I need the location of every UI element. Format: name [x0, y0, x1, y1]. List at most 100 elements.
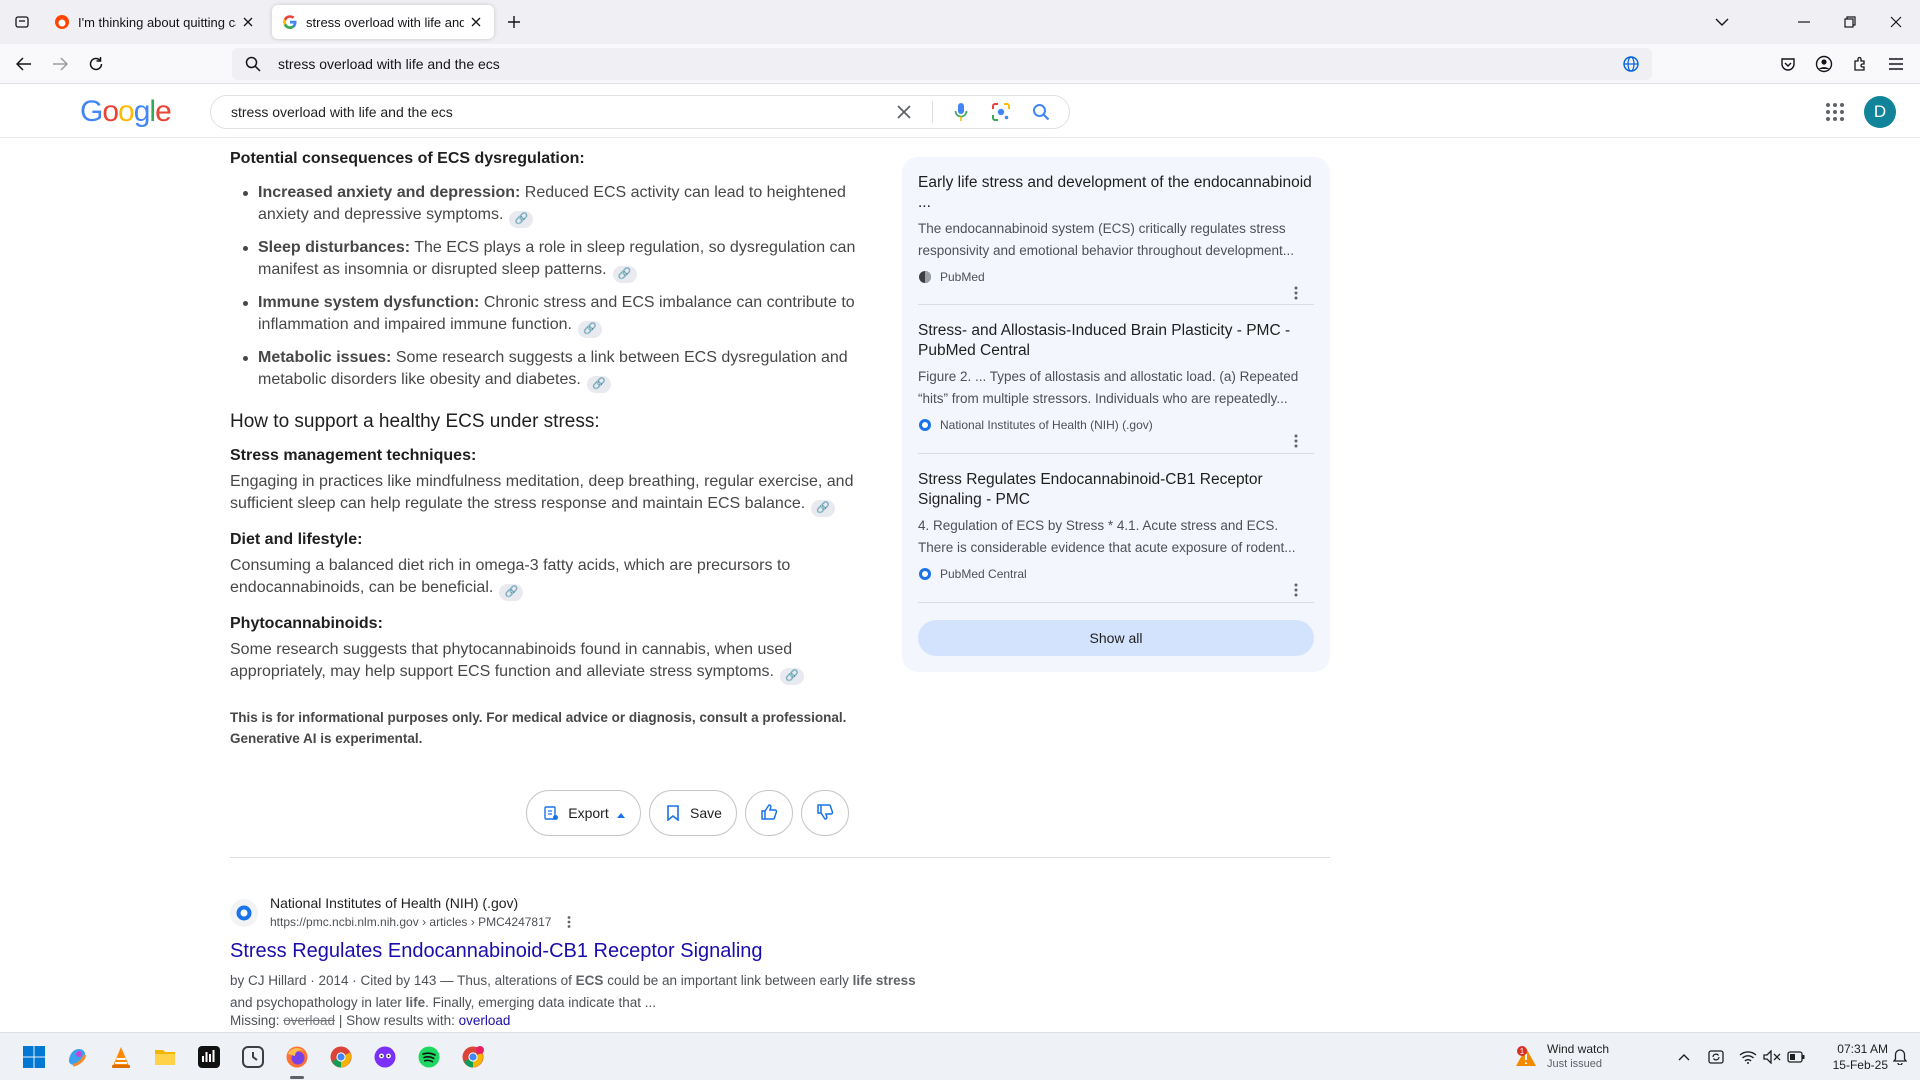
disclaimer-line: This is for informational purposes only.…	[230, 710, 847, 725]
reload-icon[interactable]	[82, 50, 110, 78]
more-options-icon[interactable]	[1288, 285, 1304, 301]
more-options-icon[interactable]	[562, 915, 576, 929]
show-with-link[interactable]: overload	[459, 1013, 511, 1028]
bookmark-icon	[664, 804, 682, 822]
close-tab-icon[interactable]	[240, 14, 256, 30]
tab-title: I'm thinking about quitting cannabis	[78, 14, 236, 30]
link-chip-icon[interactable]: 🔗	[509, 211, 534, 228]
restore-icon[interactable]	[1836, 8, 1864, 36]
save-label: Save	[690, 805, 722, 821]
tab-reddit[interactable]: I'm thinking about quitting cannabis	[44, 5, 266, 39]
section-text: Consuming a balanced diet rich in omega-…	[230, 555, 860, 601]
account-icon[interactable]	[1810, 50, 1838, 78]
link-chip-icon[interactable]: 🔗	[779, 668, 804, 685]
file-explorer-icon[interactable]	[151, 1043, 179, 1071]
vlc-icon[interactable]	[107, 1043, 135, 1071]
item-label: Sleep disturbances:	[258, 239, 411, 256]
windows-start-icon[interactable]	[20, 1043, 48, 1071]
source-title[interactable]: Early life stress and development of the…	[918, 173, 1314, 213]
thumbs-down-button[interactable]	[801, 790, 849, 836]
messenger-app-icon[interactable]	[371, 1043, 399, 1071]
thumbs-up-icon	[760, 803, 778, 824]
source-card[interactable]: Stress- and Allostasis-Induced Brain Pla…	[918, 321, 1314, 448]
source-card[interactable]: Early life stress and development of the…	[918, 173, 1314, 300]
address-bar[interactable]: stress overload with life and the ecs	[232, 48, 1652, 80]
chrome-profile-icon[interactable]	[459, 1043, 487, 1071]
warning-icon: 1	[1514, 1045, 1538, 1069]
new-tab-icon[interactable]	[500, 8, 528, 36]
pocket-icon[interactable]	[1774, 50, 1802, 78]
wifi-icon[interactable]	[1738, 1047, 1758, 1067]
clear-icon[interactable]	[892, 100, 916, 124]
section-heading: Diet and lifestyle:	[230, 531, 363, 548]
result-url[interactable]: https://pmc.ncbi.nlm.nih.gov › articles …	[270, 915, 551, 929]
google-apps-icon[interactable]	[1823, 100, 1847, 124]
copilot-icon[interactable]	[63, 1043, 91, 1071]
missing-word: overload	[283, 1013, 336, 1028]
translate-globe-icon[interactable]	[1622, 55, 1640, 73]
spotify-icon[interactable]	[415, 1043, 443, 1071]
result-site-name[interactable]: National Institutes of Health (NIH) (.go…	[270, 895, 518, 911]
url-text[interactable]: stress overload with life and the ecs	[278, 56, 500, 72]
link-chip-icon[interactable]: 🔗	[577, 321, 602, 338]
result-snippet: by CJ Hillard · 2014 · Cited by 143 — Th…	[230, 970, 930, 1014]
volume-muted-icon[interactable]	[1762, 1047, 1782, 1067]
chrome-icon[interactable]	[327, 1043, 355, 1071]
link-chip-icon[interactable]: 🔗	[811, 500, 836, 517]
more-options-icon[interactable]	[1288, 582, 1304, 598]
microphone-icon[interactable]	[949, 100, 973, 124]
firefox-icon[interactable]	[283, 1043, 311, 1071]
link-chip-icon[interactable]: 🔗	[612, 266, 637, 283]
search-query[interactable]: stress overload with life and the ecs	[231, 104, 892, 120]
source-card[interactable]: Stress Regulates Endocannabinoid-CB1 Rec…	[918, 470, 1314, 597]
extensions-icon[interactable]	[1846, 50, 1874, 78]
list-item: Sleep disturbances: The ECS plays a role…	[243, 237, 860, 283]
snippet-text: and psychopathology in later	[230, 995, 406, 1010]
search-icon[interactable]	[1029, 100, 1053, 124]
battery-icon[interactable]	[1786, 1047, 1806, 1067]
source-description: Figure 2. ... Types of allostasis and al…	[918, 369, 1299, 406]
thumbs-up-button[interactable]	[745, 790, 793, 836]
system-clock[interactable]: 07:31 AM 15-Feb-25	[1812, 1041, 1888, 1073]
result-title-link[interactable]: Stress Regulates Endocannabinoid-CB1 Rec…	[230, 940, 763, 963]
weather-widget[interactable]: 1 Wind watch Just issued	[1514, 1039, 1644, 1075]
search-icon	[244, 55, 262, 73]
section-heading: Phytocannabinoids:	[230, 615, 383, 632]
close-tab-icon[interactable]	[468, 14, 484, 30]
source-site: National Institutes of Health (NIH) (.go…	[918, 418, 1314, 432]
list-all-tabs-icon[interactable]	[1708, 8, 1736, 36]
tab-list-icon[interactable]	[8, 8, 36, 36]
google-search-box[interactable]: stress overload with life and the ecs	[210, 95, 1070, 129]
save-button[interactable]: Save	[649, 790, 737, 836]
sync-icon[interactable]	[1706, 1047, 1726, 1067]
google-logo[interactable]: Google	[80, 95, 172, 129]
source-description: 4. Regulation of ECS by Stress * 4.1. Ac…	[918, 518, 1296, 555]
audio-levels-icon[interactable]	[195, 1043, 223, 1071]
app-menu-icon[interactable]	[1882, 50, 1910, 78]
source-title[interactable]: Stress- and Allostasis-Induced Brain Pla…	[918, 321, 1314, 361]
notification-bell-icon[interactable]	[1890, 1047, 1910, 1067]
show-all-button[interactable]: Show all	[918, 620, 1314, 656]
snippet-bold: life	[405, 995, 426, 1010]
minimize-icon[interactable]	[1790, 8, 1818, 36]
thumbs-down-icon	[816, 803, 834, 824]
forward-arrow-icon[interactable]	[46, 50, 74, 78]
link-chip-icon[interactable]: 🔗	[586, 376, 611, 393]
source-site-name: PubMed Central	[940, 567, 1027, 581]
source-site: PubMed Central	[918, 567, 1314, 581]
chevron-up-icon[interactable]	[1674, 1047, 1694, 1067]
export-button[interactable]: Export	[526, 790, 641, 836]
link-chip-icon[interactable]: 🔗	[499, 584, 524, 601]
account-avatar[interactable]: D	[1864, 96, 1896, 128]
back-arrow-icon[interactable]	[10, 50, 38, 78]
tab-google-search[interactable]: stress overload with life and the ecs - …	[272, 5, 494, 39]
nih-globe-icon[interactable]	[230, 899, 258, 927]
section-text: Engaging in practices like mindfulness m…	[230, 471, 860, 517]
clock-app-icon[interactable]	[239, 1043, 267, 1071]
disclaimer-line: Generative AI is experimental.	[230, 731, 423, 746]
globe-icon	[918, 567, 932, 581]
more-options-icon[interactable]	[1288, 433, 1304, 449]
source-title[interactable]: Stress Regulates Endocannabinoid-CB1 Rec…	[918, 470, 1314, 510]
close-window-icon[interactable]	[1882, 8, 1910, 36]
google-lens-icon[interactable]	[989, 100, 1013, 124]
